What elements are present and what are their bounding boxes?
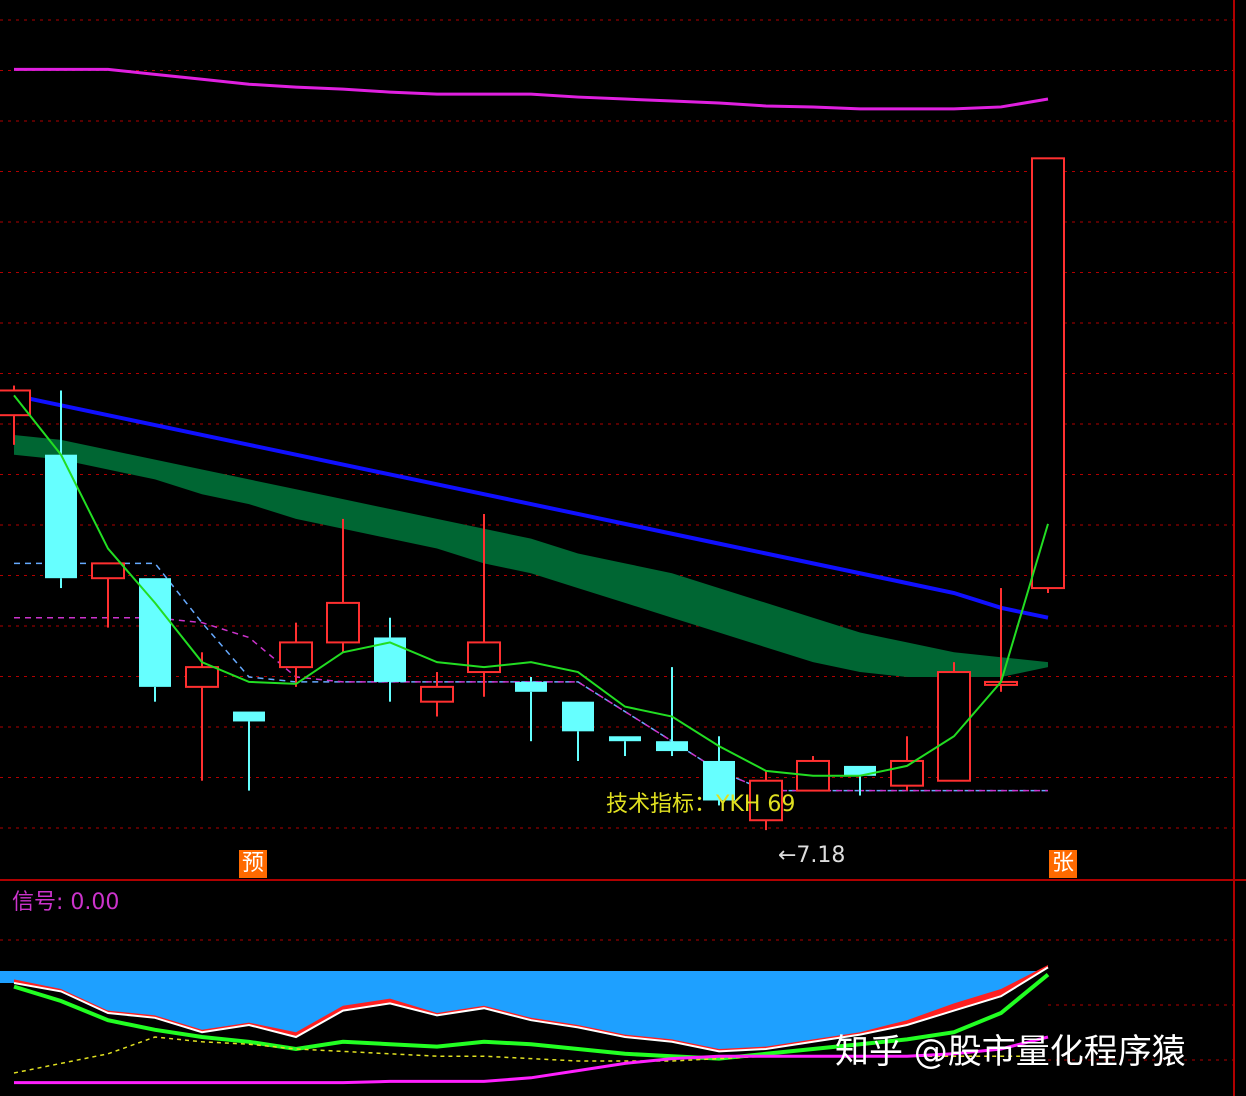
indicator-label: 技术指标：YKH 69	[606, 786, 795, 818]
candle-body-up	[279, 641, 313, 669]
watermark: 知乎 @股市量化程序猿	[835, 1032, 1186, 1072]
marker-pre: 预	[239, 850, 267, 878]
signal-label: 信号	[12, 890, 57, 915]
candlestick-chart	[0, 0, 1246, 1096]
candle-body-down	[45, 454, 77, 579]
signal-readout: 信号: 0.00	[12, 884, 119, 916]
low-price-note: ←7.18	[778, 843, 846, 868]
candle-body-up	[937, 671, 971, 782]
marker-rise: 张	[1049, 850, 1077, 878]
candle-body-up	[890, 759, 924, 787]
signal-value: 0.00	[70, 890, 120, 915]
upper-band-line	[14, 67, 1049, 111]
candle-body-up	[185, 666, 219, 688]
candle-body-up	[420, 685, 454, 703]
candle-body-up	[91, 562, 125, 580]
signal-colon: :	[56, 890, 71, 915]
candle-body-down	[656, 741, 688, 752]
candle-body-up	[326, 601, 360, 644]
indicator-name: 技术指标	[606, 792, 695, 817]
indicator-value: YKH 69	[716, 792, 796, 817]
candle-body-down	[139, 578, 171, 687]
candle-body-up	[1031, 157, 1065, 590]
candle-body-down	[233, 711, 265, 722]
candle-body-down	[609, 736, 641, 742]
candle-body-down	[515, 681, 547, 692]
candle-body-down	[562, 701, 594, 732]
indicator-sep: ：	[694, 792, 717, 817]
